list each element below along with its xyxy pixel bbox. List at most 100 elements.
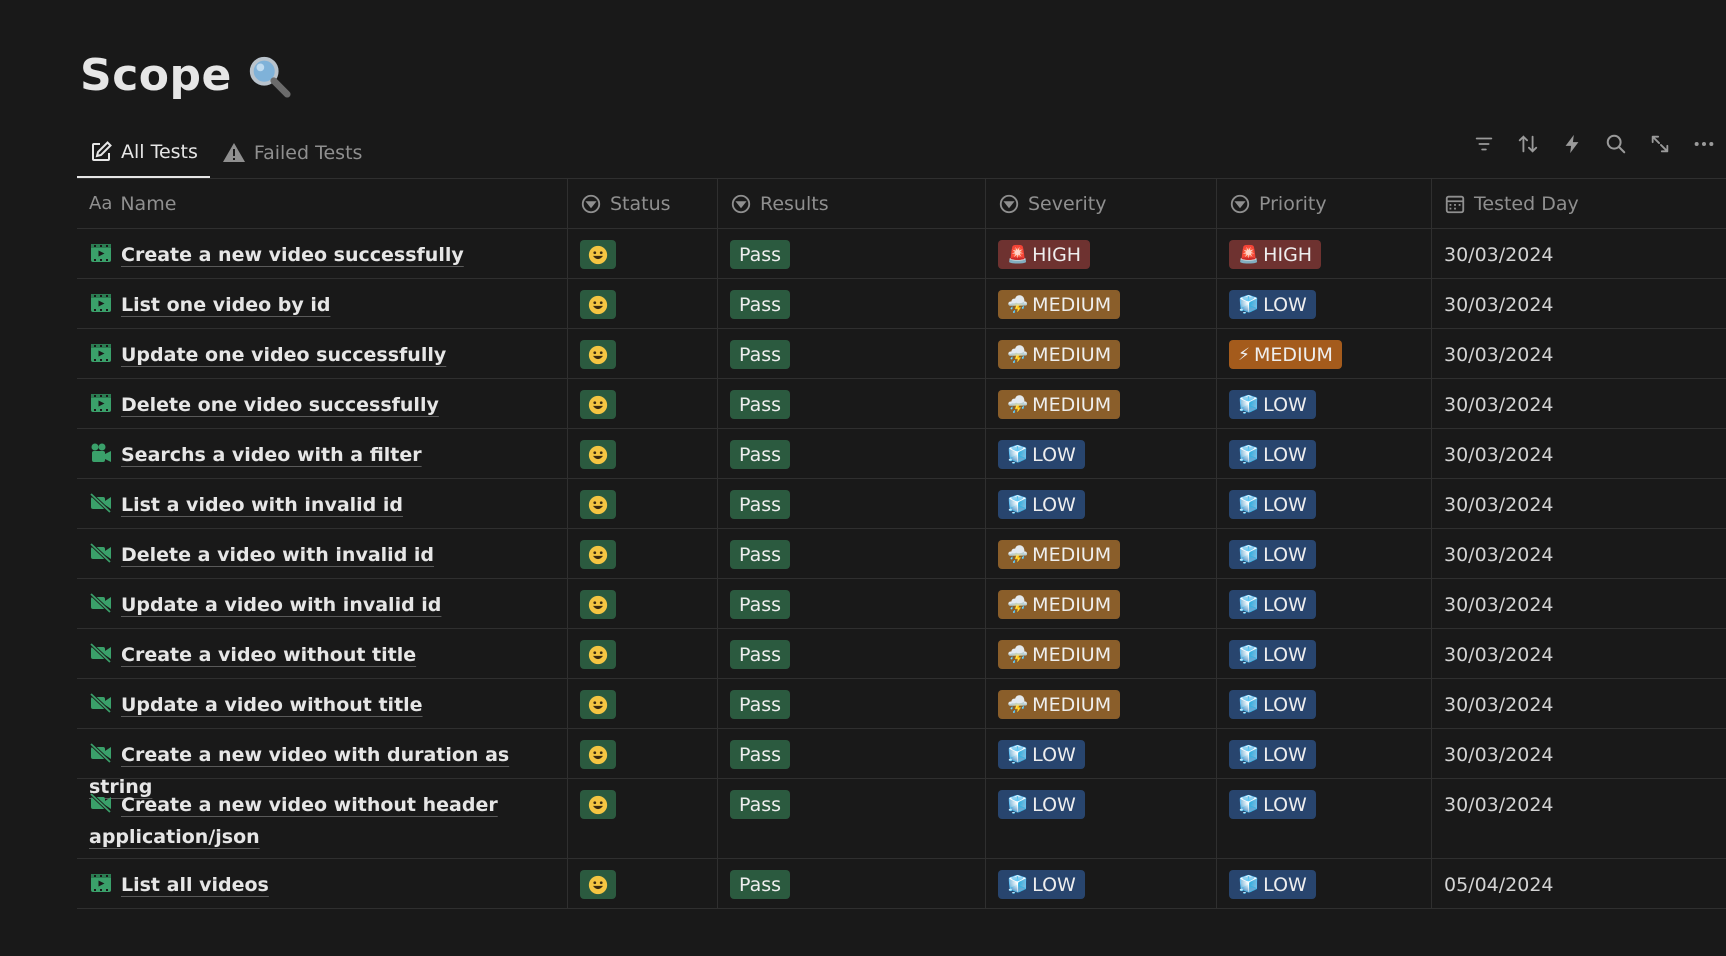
test-name-link[interactable]: List all videos (121, 874, 269, 896)
priority-cell[interactable]: 🧊 LOW (1217, 629, 1432, 678)
severity-cell[interactable]: ⛈️ MEDIUM (986, 679, 1217, 728)
name-cell[interactable]: Update one video successfully (77, 329, 568, 378)
test-name-link[interactable]: Create a new video without header applic… (89, 794, 498, 848)
tested-day-cell[interactable]: 30/03/2024 (1432, 479, 1726, 528)
priority-cell[interactable]: 🧊 LOW (1217, 729, 1432, 778)
name-cell[interactable]: Create a new video successfully (77, 229, 568, 278)
tested-day-cell[interactable]: 30/03/2024 (1432, 529, 1726, 578)
results-cell[interactable]: Pass (718, 859, 986, 908)
column-header-results[interactable]: Results (718, 179, 986, 228)
priority-cell[interactable]: 🧊 LOW (1217, 859, 1432, 908)
tab-all-tests[interactable]: All Tests (77, 128, 210, 178)
table-row[interactable]: List one video by id 😃 Pass ⛈️MEDIUM 🧊LOW 30/… (77, 279, 1726, 329)
test-name-link[interactable]: Create a new video successfully (121, 244, 464, 266)
status-cell[interactable]: 😃 (568, 229, 718, 278)
results-cell[interactable]: Pass (718, 579, 986, 628)
column-header-tested-day[interactable]: Tested Day (1432, 179, 1726, 228)
severity-cell[interactable]: 🧊 LOW (986, 479, 1217, 528)
severity-cell[interactable]: ⛈️ MEDIUM (986, 329, 1217, 378)
column-header-name[interactable]: Aa Name (77, 179, 568, 228)
table-row[interactable]: Searchs a video with a filter😃Pass🧊LOW🧊L… (77, 429, 1726, 479)
results-cell[interactable]: Pass (718, 529, 986, 578)
table-row[interactable]: Create a video without title 😃 Pass ⛈️MEDIU… (77, 629, 1726, 679)
table-row[interactable]: Update one video successfully😃Pass⛈️MEDI… (77, 329, 1726, 379)
status-cell[interactable]: 😃 (568, 779, 718, 858)
status-cell[interactable]: 😃 (568, 329, 718, 378)
name-cell[interactable]: Searchs a video with a filter (77, 429, 568, 478)
status-cell[interactable]: 😃 (568, 859, 718, 908)
status-cell[interactable]: 😃 (568, 529, 718, 578)
status-cell[interactable]: 😃 (568, 579, 718, 628)
test-name-link[interactable]: List one video by id (121, 294, 330, 316)
status-cell[interactable]: 😃 (568, 429, 718, 478)
test-name-link[interactable]: Update a video without title (121, 694, 423, 716)
table-row[interactable]: List all videos😃Pass🧊LOW🧊LOW05/04/2024 (77, 859, 1726, 909)
table-row[interactable]: Delete a video with invalid id 😃 Pass ⛈️MED… (77, 529, 1726, 579)
table-row[interactable]: Create a new video with duration as stri… (77, 729, 1726, 798)
tested-day-cell[interactable]: 30/03/2024 (1432, 579, 1726, 628)
name-cell[interactable]: Update a video without title (77, 679, 568, 728)
priority-cell[interactable]: 🧊 LOW (1217, 779, 1432, 858)
test-name-link[interactable]: Update a video with invalid id (121, 594, 441, 616)
results-cell[interactable]: Pass (718, 679, 986, 728)
severity-cell[interactable]: ⛈️ MEDIUM (986, 629, 1217, 678)
severity-cell[interactable]: ⛈️ MEDIUM (986, 279, 1217, 328)
test-name-link[interactable]: Delete one video successfully (121, 394, 439, 416)
status-cell[interactable]: 😃 (568, 729, 718, 778)
test-name-link[interactable]: Searchs a video with a filter (121, 444, 422, 466)
table-row[interactable]: Create a new video without header applic… (77, 779, 1726, 859)
filter-button[interactable] (1472, 132, 1496, 156)
column-header-priority[interactable]: Priority (1217, 179, 1432, 228)
priority-cell[interactable]: 🧊 LOW (1217, 279, 1432, 328)
tested-day-cell[interactable]: 30/03/2024 (1432, 779, 1726, 858)
automation-button[interactable] (1560, 132, 1584, 156)
tested-day-cell[interactable]: 30/03/2024 (1432, 229, 1726, 278)
severity-cell[interactable]: 🚨 HIGH (986, 229, 1217, 278)
severity-cell[interactable]: 🧊 LOW (986, 779, 1217, 858)
tested-day-cell[interactable]: 30/03/2024 (1432, 679, 1726, 728)
status-cell[interactable]: 😃 (568, 679, 718, 728)
test-name-link[interactable]: Update one video successfully (121, 344, 446, 366)
priority-cell[interactable]: 🧊 LOW (1217, 379, 1432, 428)
tested-day-cell[interactable]: 30/03/2024 (1432, 279, 1726, 328)
status-cell[interactable]: 😃 (568, 379, 718, 428)
priority-cell[interactable]: 🧊 LOW (1217, 479, 1432, 528)
results-cell[interactable]: Pass (718, 429, 986, 478)
priority-cell[interactable]: 🧊 LOW (1217, 679, 1432, 728)
tested-day-cell[interactable]: 30/03/2024 (1432, 329, 1726, 378)
results-cell[interactable]: Pass (718, 729, 986, 778)
name-cell[interactable]: Delete a video with invalid id (77, 529, 568, 578)
results-cell[interactable]: Pass (718, 479, 986, 528)
priority-cell[interactable]: 🧊 LOW (1217, 579, 1432, 628)
test-name-link[interactable]: Create a video without title (121, 644, 416, 666)
priority-cell[interactable]: ⚡ MEDIUM (1217, 329, 1432, 378)
expand-button[interactable] (1648, 132, 1672, 156)
column-header-status[interactable]: Status (568, 179, 718, 228)
search-button[interactable] (1604, 132, 1628, 156)
table-row[interactable]: Delete one video successfully 😃 Pass ⛈️MEDI… (77, 379, 1726, 429)
severity-cell[interactable]: ⛈️ MEDIUM (986, 579, 1217, 628)
test-name-link[interactable]: Delete a video with invalid id (121, 544, 434, 566)
tab-failed-tests[interactable]: Failed Tests (210, 128, 375, 178)
table-row[interactable]: Update a video with invalid id 😃 Pass ⛈️MED… (77, 579, 1726, 629)
severity-cell[interactable]: ⛈️ MEDIUM (986, 529, 1217, 578)
priority-cell[interactable]: 🧊 LOW (1217, 429, 1432, 478)
sort-button[interactable] (1516, 132, 1540, 156)
severity-cell[interactable]: 🧊 LOW (986, 859, 1217, 908)
test-name-link[interactable]: List a video with invalid id (121, 494, 403, 516)
results-cell[interactable]: Pass (718, 779, 986, 858)
name-cell[interactable]: List all videos (77, 859, 568, 908)
tested-day-cell[interactable]: 30/03/2024 (1432, 429, 1726, 478)
status-cell[interactable]: 😃 (568, 629, 718, 678)
priority-cell[interactable]: 🚨 HIGH (1217, 229, 1432, 278)
name-cell[interactable]: Delete one video successfully (77, 379, 568, 428)
name-cell[interactable]: List one video by id (77, 279, 568, 328)
results-cell[interactable]: Pass (718, 229, 986, 278)
severity-cell[interactable]: ⛈️ MEDIUM (986, 379, 1217, 428)
name-cell[interactable]: Create a video without title (77, 629, 568, 678)
severity-cell[interactable]: 🧊 LOW (986, 729, 1217, 778)
status-cell[interactable]: 😃 (568, 479, 718, 528)
name-cell[interactable]: Create a new video with duration as stri… (77, 729, 568, 798)
tested-day-cell[interactable]: 05/04/2024 (1432, 859, 1726, 908)
column-header-severity[interactable]: Severity (986, 179, 1217, 228)
